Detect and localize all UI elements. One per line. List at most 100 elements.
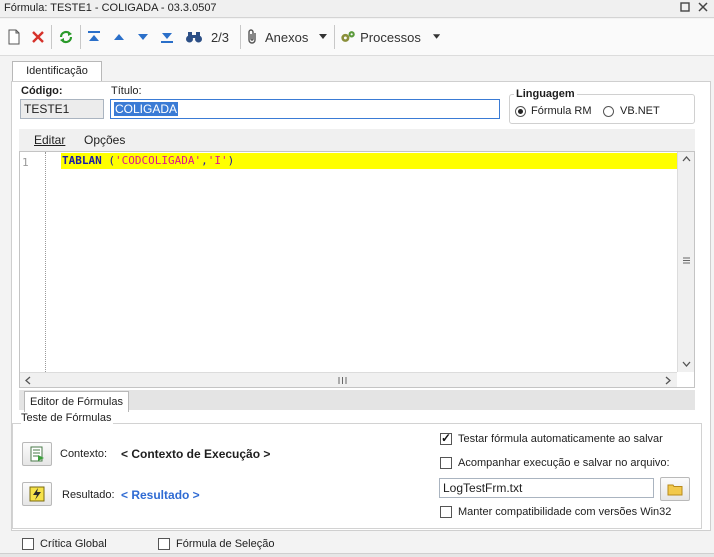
- first-record-button[interactable]: [84, 25, 104, 49]
- checkbox: [22, 538, 34, 550]
- chevron-down-icon: [682, 361, 691, 367]
- code-keyword: TABLAN: [62, 154, 102, 167]
- radio-vbnet[interactable]: VB.NET: [603, 105, 660, 117]
- toolbar-separator: [51, 25, 52, 49]
- tab-formula-editor[interactable]: Editor de Fórmulas: [24, 391, 129, 412]
- tab-identification[interactable]: Identificação: [12, 61, 102, 82]
- radio-button: [515, 105, 526, 117]
- close-icon: [698, 2, 708, 12]
- attachments-label: Anexos: [265, 29, 309, 45]
- global-critical-checkbox[interactable]: Crítica Global: [22, 538, 107, 550]
- code-field[interactable]: TESTE1: [20, 99, 104, 119]
- radio-label: VB.NET: [620, 105, 660, 117]
- chevron-down-icon: [432, 34, 440, 39]
- paperclip-icon: [248, 29, 256, 44]
- checkbox-label: Crítica Global: [40, 538, 107, 550]
- first-record-icon: [88, 31, 100, 41]
- horizontal-scrollbar[interactable]: [20, 372, 677, 387]
- code-paren-open: (: [101, 154, 115, 167]
- last-record-icon: [161, 33, 173, 43]
- chevron-down-icon: [319, 34, 328, 39]
- radio-button: [603, 105, 614, 117]
- log-file-input[interactable]: LogTestFrm.txt: [439, 478, 654, 498]
- search-button[interactable]: [183, 25, 205, 49]
- title-bar: Fórmula: TESTE1 - COLIGADA - 03.3.0507: [0, 0, 714, 18]
- new-document-icon: [8, 29, 20, 45]
- radio-label: Fórmula RM: [531, 105, 592, 117]
- editor-menubar: Editar Opções: [19, 129, 695, 151]
- follow-execution-checkbox[interactable]: Acompanhar execução e salvar no arquivo:: [440, 457, 670, 469]
- title-value: COLIGADA: [114, 102, 179, 116]
- toolbar-separator: [334, 25, 335, 49]
- next-record-button[interactable]: [133, 25, 153, 49]
- grip-icon: [338, 377, 347, 384]
- previous-record-button[interactable]: [109, 25, 129, 49]
- checkbox: [440, 431, 452, 445]
- compat-win32-checkbox[interactable]: Manter compatibilidade com versões Win32: [440, 506, 671, 518]
- bottom-edge: [0, 553, 714, 557]
- title-field[interactable]: COLIGADA: [110, 99, 500, 119]
- chevron-left-icon: [25, 376, 31, 385]
- menu-edit-label: Editar: [34, 133, 66, 147]
- checkbox-label: Acompanhar execução e salvar no arquivo:: [458, 457, 670, 469]
- refresh-icon: [59, 30, 73, 44]
- checkbox: [440, 457, 452, 469]
- refresh-button[interactable]: [55, 25, 77, 49]
- line-gutter: 1: [20, 152, 45, 372]
- result-button[interactable]: [22, 482, 52, 506]
- restore-button[interactable]: [678, 2, 692, 16]
- binoculars-icon: [186, 32, 202, 43]
- toolbar-separator: [240, 25, 241, 49]
- code-label: Código:: [21, 85, 63, 97]
- attachments-menu-button[interactable]: Anexos: [246, 25, 332, 49]
- toolbar-separator: [80, 25, 81, 49]
- checkbox-label: Manter compatibilidade com versões Win32: [458, 506, 672, 518]
- chevron-right-icon: [665, 376, 671, 385]
- result-label: Resultado:: [62, 489, 115, 501]
- restore-icon: [680, 2, 690, 12]
- delete-button[interactable]: [28, 25, 48, 49]
- checkbox-label: Testar fórmula automaticamente ao salvar: [458, 433, 663, 445]
- checkbox: [158, 538, 170, 550]
- language-label: Linguagem: [514, 88, 577, 100]
- gutter-separator: [45, 152, 46, 372]
- radio-formula-rm[interactable]: Fórmula RM: [515, 105, 592, 117]
- previous-record-icon: [114, 34, 124, 40]
- checkbox-label: Fórmula de Seleção: [176, 538, 275, 550]
- vertical-scrollbar[interactable]: [677, 152, 694, 372]
- grip-icon: [683, 257, 690, 264]
- last-record-button[interactable]: [157, 25, 177, 49]
- code-line: TABLAN ('CODCOLIGADA','I'): [61, 153, 677, 169]
- code-comma: ,: [201, 154, 208, 167]
- window-title: Fórmula: TESTE1 - COLIGADA - 03.3.0507: [4, 2, 217, 14]
- context-value[interactable]: < Contexto de Execução >: [121, 447, 270, 461]
- lightning-icon: [29, 486, 45, 502]
- menu-options[interactable]: Opções: [84, 133, 125, 147]
- menu-options-label: Opções: [84, 133, 126, 147]
- record-pager: 2/3: [210, 29, 230, 45]
- browse-folder-button[interactable]: [660, 477, 690, 501]
- folder-icon: [667, 484, 683, 495]
- test-group-label: Teste de Fórmulas: [21, 412, 114, 424]
- auto-test-checkbox[interactable]: Testar fórmula automaticamente ao salvar: [440, 431, 663, 445]
- title-label: Título:: [111, 85, 142, 97]
- selection-formula-checkbox[interactable]: Fórmula de Seleção: [158, 538, 274, 550]
- chevron-up-icon: [682, 156, 691, 162]
- close-window-button[interactable]: [696, 2, 710, 16]
- code-string-arg: 'CODCOLIGADA': [115, 154, 202, 167]
- new-button[interactable]: [4, 25, 24, 49]
- line-number: 1: [22, 156, 29, 169]
- context-label: Contexto:: [60, 448, 108, 460]
- delete-icon: [32, 31, 44, 43]
- processes-label: Processos: [360, 29, 421, 45]
- context-button[interactable]: [22, 442, 52, 466]
- processes-menu-button[interactable]: Processos: [340, 25, 440, 49]
- code-string-arg: 'I': [207, 154, 228, 167]
- result-value[interactable]: < Resultado >: [121, 488, 200, 502]
- code-paren-close: ): [227, 154, 235, 167]
- code-editor[interactable]: 1 TABLAN ('CODCOLIGADA','I'): [19, 151, 695, 388]
- menu-edit[interactable]: Editar: [34, 133, 65, 147]
- toolbar: 2/3 Anexos Processos: [0, 19, 714, 56]
- checkbox: [440, 506, 452, 518]
- next-record-icon: [138, 34, 148, 40]
